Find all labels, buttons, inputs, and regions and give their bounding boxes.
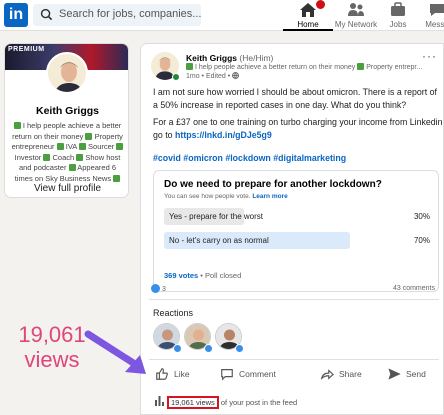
poll-option-label: Yes - prepare for the worst (169, 212, 263, 221)
send-icon (388, 368, 401, 380)
check-icon (357, 63, 365, 70)
comment-button[interactable]: Comment (220, 367, 276, 381)
poll-option-percent: 70% (413, 236, 430, 245)
avatar-photo (48, 54, 86, 92)
poll-subtext: You can see how people vote. Learn more (164, 193, 288, 200)
top-navigation: in Search for jobs, companies... Home My… (0, 0, 444, 31)
home-icon (300, 3, 316, 17)
poll-option: Yes - prepare for the worst 30% (164, 208, 430, 225)
nav-my-network-label: My Network (334, 20, 378, 29)
divider (149, 359, 439, 360)
post-text: I am not sure how worried I should be ab… (153, 87, 437, 110)
briefcase-icon (391, 2, 405, 16)
online-status-dot (172, 73, 180, 81)
check-icon (186, 63, 193, 70)
comment-icon (221, 369, 233, 381)
author-subheadline: I help people achieve a better return on… (186, 63, 436, 71)
poll-option: No - let's carry on as normal 70% (164, 232, 430, 249)
check-icon (78, 143, 86, 150)
nav-jobs[interactable]: Jobs (380, 0, 416, 31)
message-icon (430, 4, 444, 16)
send-button[interactable]: Send (387, 367, 426, 381)
like-badge-icon (204, 344, 213, 353)
reactions-heading: Reactions (153, 308, 194, 318)
post-hashtags[interactable]: #covid #omicron #lockdown #digitalmarket… (153, 152, 443, 165)
analytics-icon (155, 396, 164, 406)
poll-votes-link[interactable]: 369 votes (164, 271, 198, 280)
poll-question: Do we need to prepare for another lockdo… (164, 179, 382, 190)
nav-jobs-label: Jobs (389, 20, 407, 29)
check-icon (116, 143, 124, 150)
like-reaction-icon (151, 284, 160, 293)
check-icon (76, 153, 84, 161)
feed-post: Keith Griggs (He/Him) I help people achi… (140, 43, 444, 415)
views-count-link[interactable]: 19,061 views (167, 396, 219, 409)
more-options-button[interactable]: ··· (422, 49, 437, 63)
check-icon (85, 132, 93, 140)
check-icon (13, 122, 21, 129)
avatar[interactable] (46, 52, 88, 94)
author-pronoun: (He/Him) (239, 53, 274, 63)
divider (149, 299, 439, 300)
post-text-promo: For a £37 one to one training on turbo c… (153, 117, 443, 140)
profile-name[interactable]: Keith Griggs (5, 105, 128, 117)
post-link[interactable]: https://lnkd.in/gDJe5g9 (175, 130, 272, 140)
view-full-profile-link[interactable]: View full profile (5, 183, 128, 194)
notification-badge (316, 0, 325, 9)
social-counts: 3 43 comments (151, 284, 441, 296)
post-meta: 1mo • Edited • (186, 72, 240, 80)
like-badge-icon (235, 344, 244, 353)
search-icon (40, 8, 53, 21)
nav-messaging-label: Messa (425, 20, 444, 29)
poll: Do we need to prepare for another lockdo… (153, 170, 439, 292)
annotation-arrow-icon (84, 330, 146, 374)
cover-text: PREMIUM (8, 46, 45, 53)
nav-home[interactable]: Home (283, 0, 333, 31)
comments-count[interactable]: 43 comments (393, 285, 435, 292)
linkedin-logo[interactable]: in (4, 3, 28, 27)
check-icon (43, 153, 51, 161)
poll-option-percent: 30% (413, 212, 430, 221)
share-icon (320, 369, 334, 381)
thumbs-up-icon (156, 368, 168, 380)
check-icon (56, 143, 64, 150)
search-input[interactable]: Search for jobs, companies... (33, 4, 201, 26)
post-views: 19,061 views of your post in the feed (155, 396, 297, 409)
reaction-count[interactable]: 3 (162, 286, 166, 293)
like-button[interactable]: Like (155, 367, 190, 381)
poll-footer: 369 votes • Poll closed (164, 271, 242, 280)
check-icon (113, 174, 121, 182)
nav-home-label: Home (297, 20, 319, 29)
check-icon (68, 164, 76, 171)
nav-my-network[interactable]: My Network (333, 0, 379, 31)
like-badge-icon (173, 344, 182, 353)
nav-messaging[interactable]: Messa (420, 0, 444, 31)
learn-more-link[interactable]: Learn more (252, 193, 287, 200)
post-author[interactable]: Keith Griggs (He/Him) (186, 53, 273, 63)
network-icon (348, 3, 364, 16)
profile-card: PREMIUM Keith Griggs I help people achie… (4, 43, 129, 198)
globe-icon (232, 72, 240, 79)
share-button[interactable]: Share (320, 367, 362, 381)
profile-headline: I help people achieve a better return on… (11, 121, 124, 183)
search-placeholder: Search for jobs, companies... (59, 8, 202, 20)
poll-option-label: No - let's carry on as normal (169, 236, 269, 245)
